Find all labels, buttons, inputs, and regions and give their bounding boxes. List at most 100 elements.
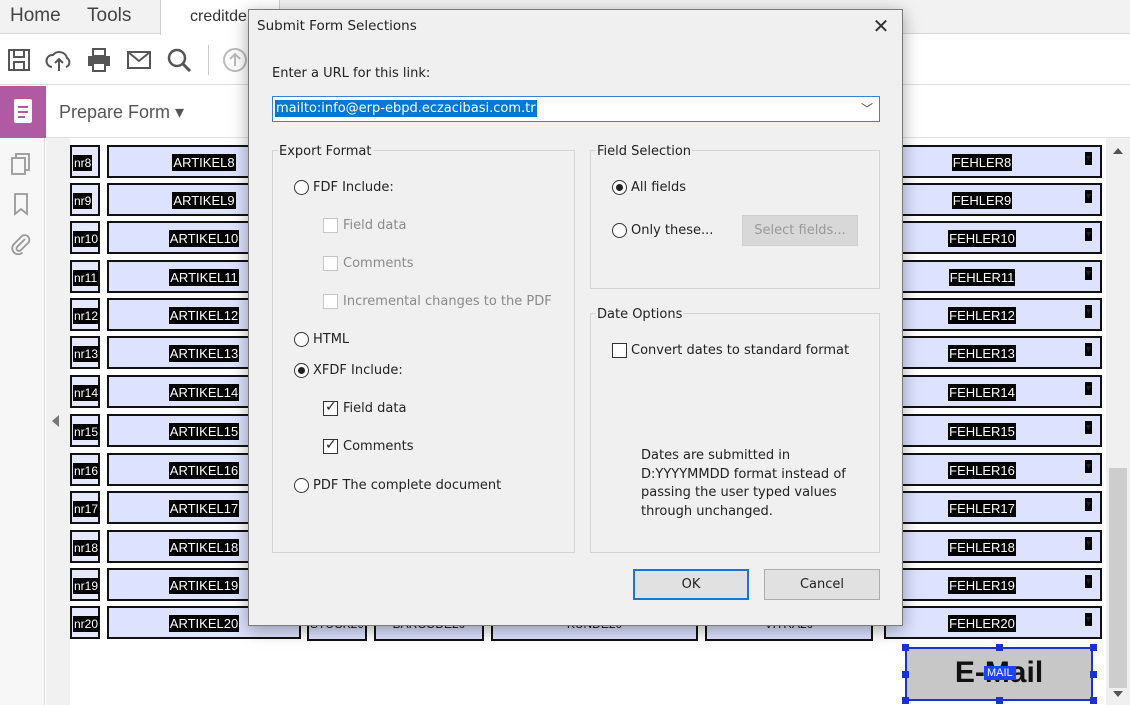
field-label: nr20 <box>73 616 100 632</box>
xfdf-radio[interactable] <box>294 363 309 378</box>
dropdown-arrow-icon[interactable]: ▾ <box>1084 460 1092 473</box>
dropdown-arrow-icon[interactable]: ▾ <box>1084 613 1092 626</box>
all-fields-radio[interactable] <box>612 180 627 195</box>
pdf-radio[interactable] <box>294 478 309 493</box>
mail-icon[interactable] <box>124 45 154 75</box>
xfdf-comments-checkbox[interactable] <box>323 437 338 454</box>
xfdf-field-data-checkbox[interactable] <box>323 399 338 416</box>
ok-button[interactable]: OK <box>633 569 749 600</box>
form-field-fehler-dropdown[interactable]: FEHLER11 ▾ <box>884 260 1102 293</box>
resize-handle[interactable] <box>996 644 1003 651</box>
only-these-radio[interactable] <box>612 223 627 238</box>
field-label: ARTIKEL11 <box>169 269 239 286</box>
chevron-down-icon[interactable]: ﹀ <box>861 100 873 117</box>
dropdown-arrow-icon[interactable]: ▾ <box>1084 152 1092 165</box>
dropdown-arrow-icon[interactable]: ▾ <box>1084 537 1092 550</box>
cloud-upload-icon[interactable] <box>44 45 74 75</box>
form-field-nr[interactable]: nr10 <box>70 221 100 254</box>
collapse-panel-arrow-icon[interactable] <box>52 415 59 427</box>
url-value[interactable]: mailto:info@erp-ebpd.eczacibasi.com.tr <box>275 100 537 117</box>
date-format-note: Dates are submitted in D:YYYYMMDD format… <box>641 448 846 519</box>
form-field-nr[interactable]: nr20 <box>70 606 100 639</box>
scrollbar-thumb[interactable] <box>1109 468 1127 688</box>
all-fields-label: All fields <box>631 180 687 195</box>
close-icon[interactable]: ✕ <box>870 14 892 38</box>
form-field-fehler-dropdown[interactable]: FEHLER19 ▾ <box>884 568 1102 601</box>
resize-handle[interactable] <box>996 697 1003 704</box>
resize-handle[interactable] <box>902 671 909 678</box>
form-field-fehler-dropdown[interactable]: FEHLER9 ▾ <box>884 183 1102 216</box>
prepare-form-tool-tab[interactable] <box>0 86 46 138</box>
field-label: ARTIKEL19 <box>168 577 240 594</box>
mail-field-name-tag: MAIL <box>984 666 1016 680</box>
form-field-fehler-dropdown[interactable]: FEHLER15 ▾ <box>884 414 1102 447</box>
upload-arrow-icon[interactable] <box>220 45 250 75</box>
form-field-nr[interactable]: nr13 <box>70 336 100 369</box>
form-field-fehler-dropdown[interactable]: FEHLER10 ▾ <box>884 221 1102 254</box>
html-radio[interactable] <box>294 332 309 347</box>
resize-handle[interactable] <box>902 697 909 704</box>
resize-handle[interactable] <box>1090 697 1097 704</box>
form-field-nr[interactable]: nr9 <box>70 183 100 216</box>
form-field-nr[interactable]: nr12 <box>70 298 100 331</box>
pages-icon[interactable] <box>9 152 33 176</box>
form-field-nr[interactable]: nr17 <box>70 491 100 524</box>
print-icon[interactable] <box>84 45 114 75</box>
vertical-scrollbar[interactable] <box>1106 138 1130 705</box>
form-field-fehler-dropdown[interactable]: FEHLER14 ▾ <box>884 375 1102 408</box>
field-label: nr19 <box>73 578 100 594</box>
field-label: nr17 <box>73 501 100 517</box>
toolbar-separator <box>208 45 209 75</box>
bookmark-icon[interactable] <box>9 192 33 216</box>
form-field-nr[interactable]: nr8 <box>70 145 100 178</box>
resize-handle[interactable] <box>1090 671 1097 678</box>
save-icon[interactable] <box>4 45 34 75</box>
field-label: FEHLER14 <box>948 384 1016 401</box>
form-field-nr[interactable]: nr16 <box>70 453 100 486</box>
form-field-nr[interactable]: nr14 <box>70 375 100 408</box>
form-field-fehler-dropdown[interactable]: FEHLER12 ▾ <box>884 298 1102 331</box>
search-icon[interactable] <box>164 45 194 75</box>
convert-dates-checkbox[interactable] <box>612 343 627 358</box>
nav-home[interactable]: Home <box>10 5 61 27</box>
field-label: ARTIKEL10 <box>168 230 240 247</box>
field-label: ARTIKEL15 <box>168 423 240 440</box>
field-label: FEHLER17 <box>948 500 1016 517</box>
resize-handle[interactable] <box>1090 644 1097 651</box>
field-label: FEHLER15 <box>948 423 1016 440</box>
dropdown-arrow-icon[interactable]: ▾ <box>1084 382 1092 395</box>
prepare-form-menu[interactable]: Prepare Form ▾ <box>59 102 184 123</box>
dropdown-arrow-icon[interactable]: ▾ <box>1084 228 1092 241</box>
nav-tools[interactable]: Tools <box>87 5 131 27</box>
form-field-fehler-dropdown[interactable]: FEHLER16 ▾ <box>884 453 1102 486</box>
dropdown-arrow-icon[interactable]: ▾ <box>1084 190 1092 203</box>
scroll-down-arrow-icon[interactable] <box>1113 691 1123 697</box>
url-combobox[interactable]: mailto:info@erp-ebpd.eczacibasi.com.tr ﹀ <box>272 96 880 122</box>
dropdown-arrow-icon[interactable]: ▾ <box>1084 575 1092 588</box>
form-field-fehler-dropdown[interactable]: FEHLER17 ▾ <box>884 491 1102 524</box>
cancel-button[interactable]: Cancel <box>764 569 880 600</box>
form-field-nr[interactable]: nr18 <box>70 530 100 563</box>
xfdf-field-data-label: Field data <box>343 401 407 416</box>
dropdown-arrow-icon[interactable]: ▾ <box>1084 421 1092 434</box>
scroll-up-arrow-icon[interactable] <box>1113 148 1123 154</box>
dropdown-arrow-icon[interactable]: ▾ <box>1084 343 1092 356</box>
form-field-fehler-dropdown[interactable]: FEHLER18 ▾ <box>884 530 1102 563</box>
form-field-fehler-dropdown[interactable]: FEHLER20 ▾ <box>884 606 1102 639</box>
field-label: FEHLER12 <box>948 307 1016 324</box>
form-field-nr[interactable]: nr19 <box>70 568 100 601</box>
attachment-icon[interactable] <box>9 232 33 256</box>
fdf-radio[interactable] <box>294 180 309 195</box>
form-field-nr[interactable]: nr11 <box>70 260 100 293</box>
form-field-fehler-dropdown[interactable]: FEHLER8 ▾ <box>884 145 1102 178</box>
field-label: nr10 <box>73 231 100 247</box>
field-label: nr8 <box>73 155 93 171</box>
dropdown-arrow-icon[interactable]: ▾ <box>1084 267 1092 280</box>
resize-handle[interactable] <box>902 644 909 651</box>
form-field-fehler-dropdown[interactable]: FEHLER13 ▾ <box>884 336 1102 369</box>
form-field-nr[interactable]: nr15 <box>70 414 100 447</box>
field-label: FEHLER18 <box>948 539 1016 556</box>
fdf-comments-label: Comments <box>343 256 414 271</box>
dropdown-arrow-icon[interactable]: ▾ <box>1084 498 1092 511</box>
dropdown-arrow-icon[interactable]: ▾ <box>1084 305 1092 318</box>
